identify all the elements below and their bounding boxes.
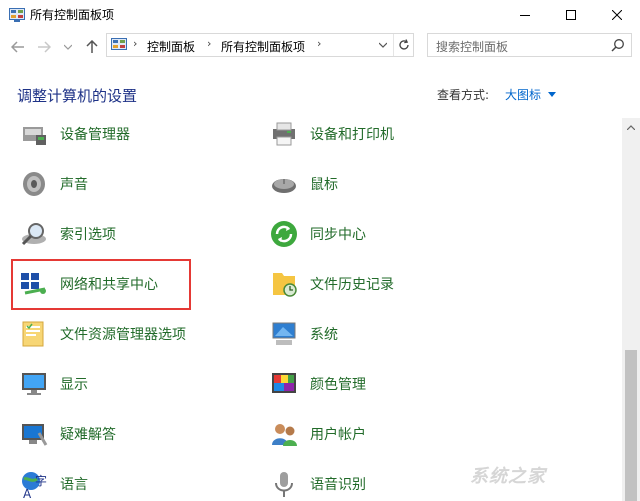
breadcrumb-item-control-panel[interactable]: 控制面板	[147, 38, 195, 55]
window-title: 所有控制面板项	[30, 8, 115, 22]
svg-text:字: 字	[35, 473, 47, 488]
forward-button[interactable]	[36, 39, 52, 55]
item-label: 语音识别	[310, 477, 366, 493]
chevron-down-icon	[379, 42, 387, 48]
system-icon	[268, 318, 300, 350]
item-sync-center[interactable]: 同步中心	[268, 214, 366, 254]
item-system[interactable]: 系统	[268, 314, 338, 354]
maximize-button[interactable]	[548, 0, 594, 30]
control-panel-items: 设备管理器 设备和打印机 声音 鼠标 索引选项 同步中心 网络和共享中心 文件历…	[0, 118, 622, 501]
microphone-icon	[268, 468, 300, 500]
view-by-dropdown[interactable]: 大图标	[505, 86, 541, 103]
item-label: 设备和打印机	[310, 127, 394, 143]
scroll-up-button[interactable]	[622, 118, 640, 136]
item-label: 声音	[60, 177, 88, 193]
item-indexing-options[interactable]: 索引选项	[18, 214, 116, 254]
item-speech-recognition[interactable]: 语音识别	[268, 464, 366, 501]
troubleshooting-icon	[18, 418, 50, 450]
close-button[interactable]	[594, 0, 640, 30]
arrow-left-icon	[11, 41, 24, 53]
page-title: 调整计算机的设置	[17, 87, 138, 105]
address-history-button[interactable]	[373, 34, 393, 56]
item-file-history[interactable]: 文件历史记录	[268, 264, 394, 304]
minimize-button[interactable]	[502, 0, 548, 30]
item-label: 显示	[60, 377, 88, 393]
breadcrumb-separator: ›	[317, 37, 322, 50]
display-icon	[18, 368, 50, 400]
item-display[interactable]: 显示	[18, 364, 88, 404]
breadcrumb-separator: ›	[207, 37, 212, 50]
address-bar[interactable]: › 控制面板 › 所有控制面板项 ›	[106, 33, 414, 57]
view-by-label: 查看方式:	[437, 88, 490, 102]
item-label: 系统	[310, 327, 338, 343]
up-button[interactable]	[84, 39, 100, 55]
arrow-right-icon	[38, 41, 51, 53]
item-language[interactable]: 字A 语言	[18, 464, 88, 501]
highlight-box	[11, 259, 191, 310]
item-label: 颜色管理	[310, 377, 366, 393]
item-label: 语言	[60, 477, 88, 493]
folder-options-icon	[18, 318, 50, 350]
item-label: 鼠标	[310, 177, 338, 193]
item-devices-and-printers[interactable]: 设备和打印机	[268, 118, 394, 154]
item-label: 同步中心	[310, 227, 366, 243]
item-label: 索引选项	[60, 227, 116, 243]
title-bar: 所有控制面板项	[0, 0, 640, 30]
search-input[interactable]: 搜索控制面板	[436, 38, 508, 55]
maximize-icon	[566, 10, 576, 20]
mouse-icon	[268, 168, 300, 200]
scrollbar-thumb[interactable]	[625, 350, 637, 501]
watermark: 系统之家	[470, 466, 546, 487]
user-accounts-icon	[268, 418, 300, 450]
device-manager-icon	[18, 118, 50, 150]
back-button[interactable]	[10, 39, 26, 55]
item-file-explorer-options[interactable]: 文件资源管理器选项	[18, 314, 186, 354]
item-sound[interactable]: 声音	[18, 164, 88, 204]
item-mouse[interactable]: 鼠标	[268, 164, 338, 204]
recent-locations-button[interactable]	[60, 39, 76, 55]
caret-down-icon[interactable]	[548, 92, 556, 97]
indexing-icon	[18, 218, 50, 250]
search-box[interactable]: 搜索控制面板	[427, 33, 632, 57]
item-troubleshooting[interactable]: 疑难解答	[18, 414, 116, 454]
refresh-button[interactable]	[393, 34, 413, 56]
arrow-up-icon	[86, 40, 98, 53]
refresh-icon	[398, 39, 409, 50]
speaker-icon	[18, 168, 50, 200]
file-history-icon	[268, 268, 300, 300]
item-device-manager[interactable]: 设备管理器	[18, 118, 130, 154]
item-label: 文件资源管理器选项	[60, 327, 186, 343]
vertical-scrollbar[interactable]	[622, 118, 640, 501]
item-label: 疑难解答	[60, 427, 116, 443]
item-label: 文件历史记录	[310, 277, 394, 293]
item-user-accounts[interactable]: 用户帐户	[268, 414, 366, 454]
chevron-down-icon	[64, 44, 72, 50]
breadcrumb-item-all-items[interactable]: 所有控制面板项	[221, 38, 305, 55]
close-icon	[612, 10, 622, 20]
sync-icon	[268, 218, 300, 250]
item-label: 用户帐户	[310, 427, 366, 443]
color-management-icon	[268, 368, 300, 400]
breadcrumb-separator: ›	[133, 37, 138, 50]
minimize-icon	[520, 15, 530, 16]
chevron-up-icon	[627, 124, 635, 130]
item-color-management[interactable]: 颜色管理	[268, 364, 366, 404]
printer-icon	[268, 118, 300, 150]
item-label: 设备管理器	[60, 127, 130, 143]
svg-text:A: A	[23, 487, 32, 499]
control-panel-icon	[111, 38, 127, 50]
control-panel-icon	[9, 8, 25, 22]
search-icon	[611, 39, 624, 52]
language-icon: 字A	[18, 468, 50, 500]
